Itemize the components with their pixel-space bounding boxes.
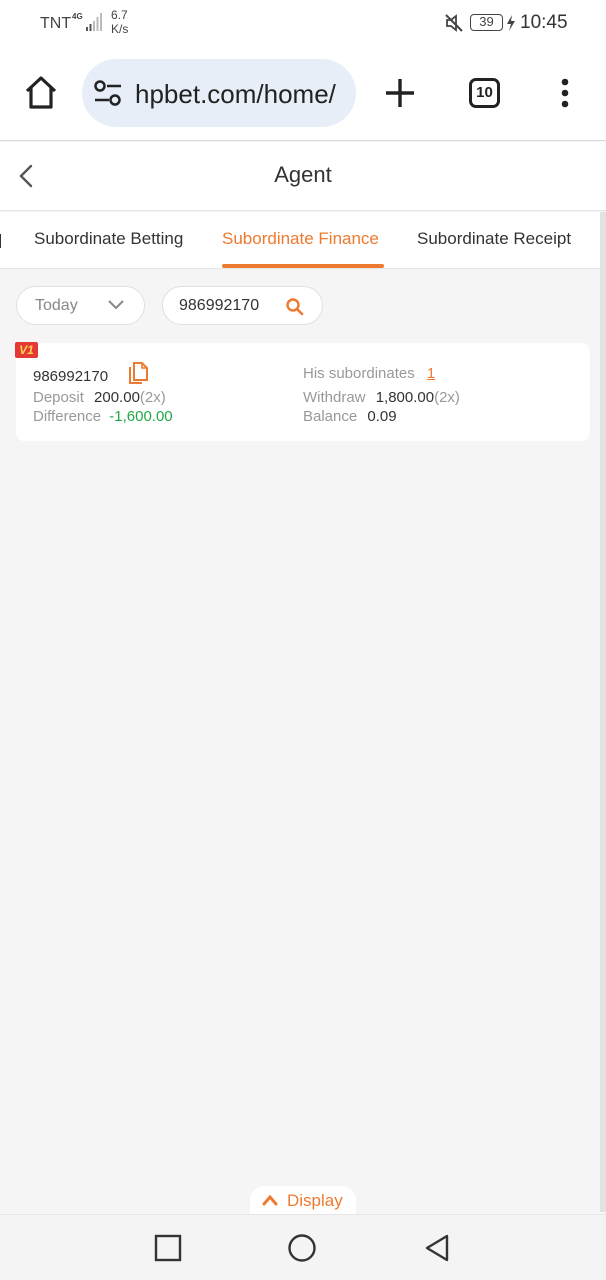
- active-tab-indicator: [222, 264, 384, 268]
- app-header: Agent: [0, 142, 606, 211]
- scrollbar[interactable]: [600, 212, 606, 1212]
- search-input[interactable]: [179, 296, 279, 316]
- tab-switcher-button[interactable]: 10: [469, 78, 500, 108]
- tab-subordinate-receipt[interactable]: Subordinate Receipt: [417, 229, 571, 249]
- more-menu-icon[interactable]: [558, 78, 572, 108]
- withdraw-count: (2x): [434, 389, 460, 406]
- deposit-value: 200.00: [94, 389, 140, 406]
- date-filter-value: Today: [35, 297, 78, 314]
- chevron-up-icon: [262, 1194, 278, 1206]
- withdraw-row: Withdraw 1,800.00(2x): [303, 389, 460, 406]
- balance-row: Balance 0.09: [303, 408, 397, 425]
- copy-icon[interactable]: [128, 362, 149, 385]
- mute-icon: [445, 14, 463, 32]
- withdraw-label: Withdraw: [303, 389, 366, 406]
- clock: 10:45: [520, 12, 568, 33]
- chevron-down-icon: [108, 300, 124, 310]
- home-icon[interactable]: [22, 74, 60, 112]
- display-label: Display: [287, 1191, 343, 1210]
- balance-value: 0.09: [367, 408, 397, 425]
- date-filter-select[interactable]: Today: [16, 286, 145, 325]
- tab-bar: Subordinate Betting Subordinate Finance …: [0, 212, 600, 269]
- tab-subordinate-betting[interactable]: Subordinate Betting: [34, 229, 183, 249]
- battery-icon: 39: [470, 14, 503, 31]
- user-id-row: 986992170: [33, 368, 108, 385]
- subordinates-row: His subordinates 1: [303, 365, 435, 382]
- home-circle-icon[interactable]: [287, 1233, 317, 1263]
- system-nav-bar: [0, 1214, 606, 1280]
- page-title: Agent: [274, 162, 332, 187]
- difference-label: Difference: [33, 408, 102, 425]
- browser-toolbar: hpbet.com/home/ 10: [0, 46, 606, 141]
- recent-apps-icon[interactable]: [153, 1233, 183, 1263]
- search-icon[interactable]: [285, 297, 304, 316]
- signal-icon: [86, 13, 102, 31]
- display-toggle-button[interactable]: Display: [250, 1186, 356, 1214]
- balance-label: Balance: [303, 408, 358, 425]
- deposit-count: (2x): [139, 389, 166, 406]
- deposit-row: Deposit 200.00(2x): [33, 389, 166, 406]
- subordinates-count-link[interactable]: 1: [427, 365, 435, 382]
- deposit-label: Deposit: [33, 389, 84, 406]
- status-bar: TNT 4G 6.7 K/s 39 10:45: [0, 0, 606, 46]
- back-triangle-icon[interactable]: [422, 1233, 452, 1263]
- difference-row: Difference -1,600.00: [33, 408, 173, 425]
- difference-value: -1,600.00: [109, 408, 173, 425]
- search-field[interactable]: [162, 286, 323, 325]
- new-tab-icon[interactable]: [384, 77, 416, 109]
- network-type: 4G: [72, 12, 83, 21]
- carrier-label: TNT: [40, 15, 72, 32]
- tab-subordinate-finance[interactable]: Subordinate Finance: [222, 229, 379, 249]
- withdraw-value: 1,800.00: [375, 389, 435, 406]
- network-speed: 6.7 K/s: [111, 8, 129, 36]
- site-settings-icon[interactable]: [94, 80, 122, 106]
- address-bar[interactable]: hpbet.com/home/: [82, 59, 356, 127]
- charging-icon: [507, 15, 515, 31]
- subordinates-label: His subordinates: [303, 365, 415, 382]
- user-id: 986992170: [33, 368, 109, 385]
- vip-level-badge: V1: [15, 342, 38, 358]
- url-text: hpbet.com/home/: [135, 79, 336, 109]
- tab-overflow-edge: [0, 234, 1, 248]
